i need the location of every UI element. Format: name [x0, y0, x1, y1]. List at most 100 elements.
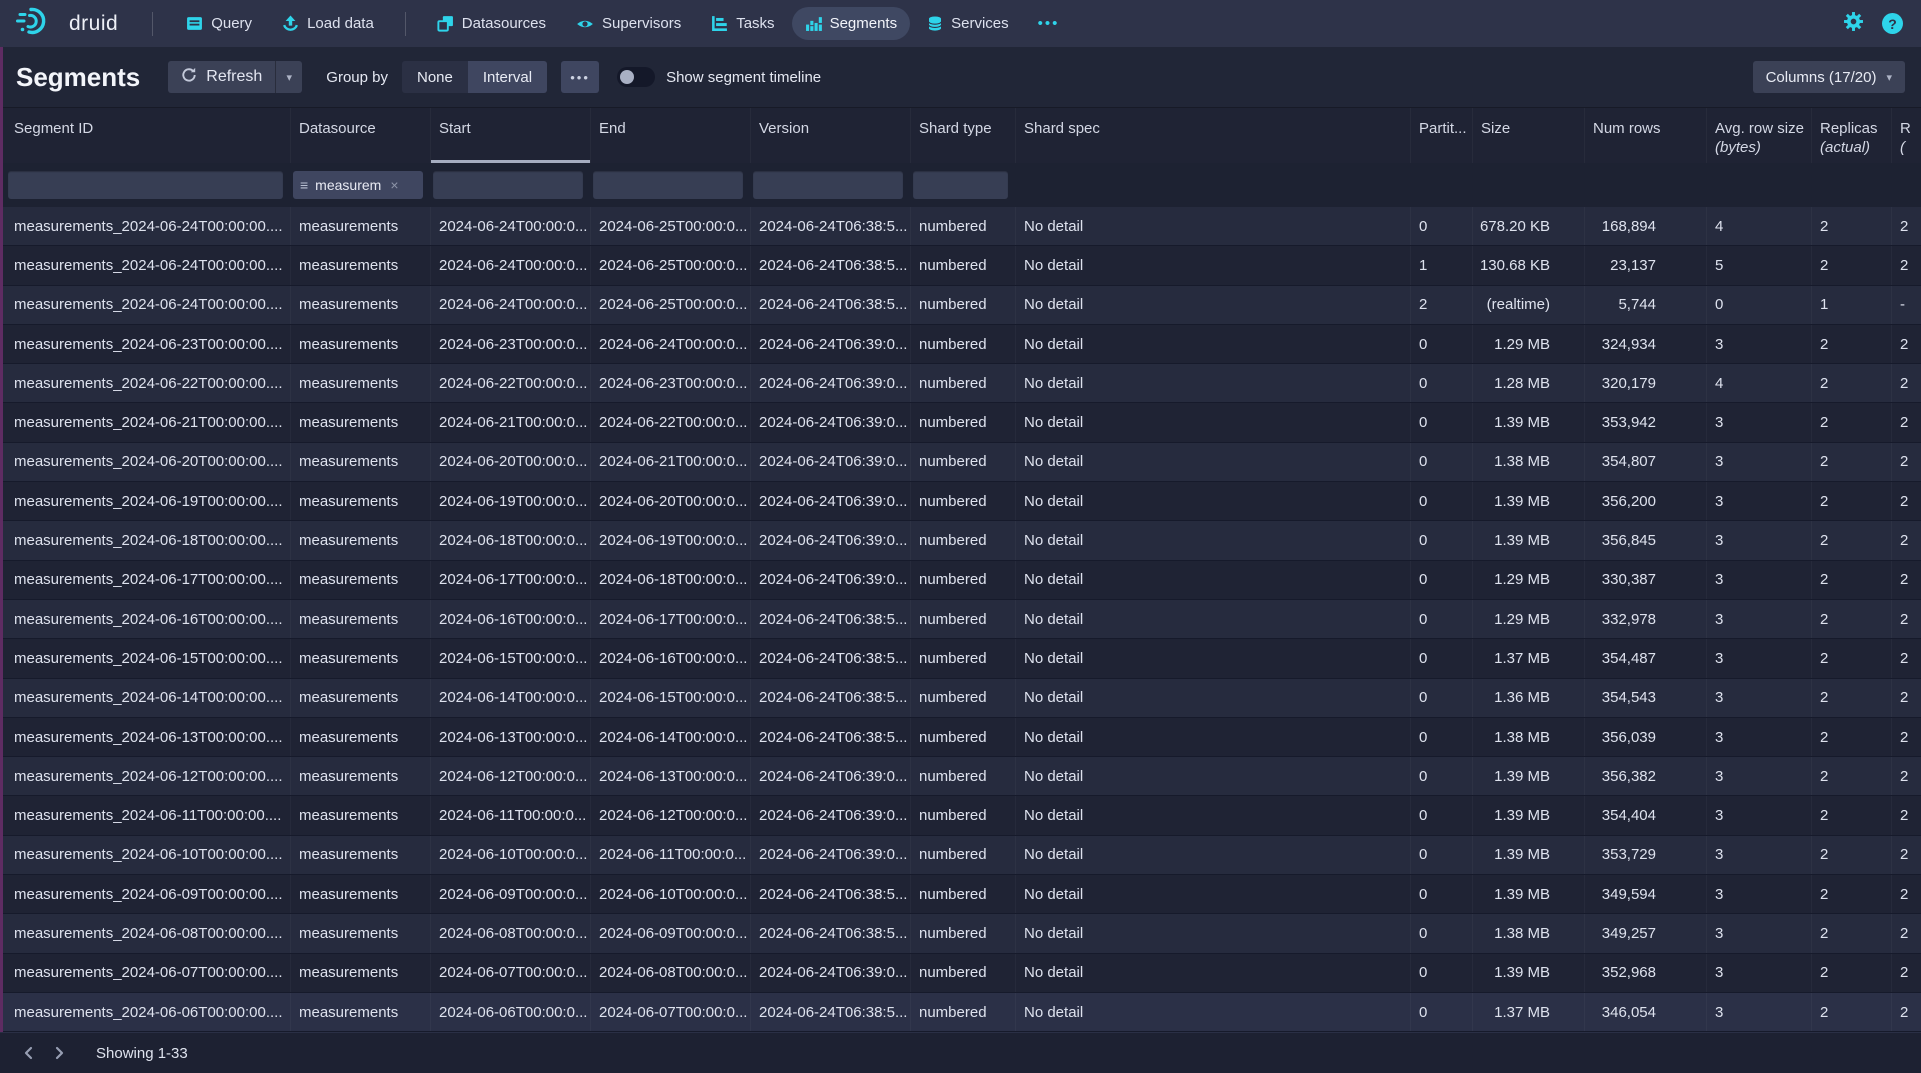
column-header-avg-row-size[interactable]: Avg. row size(bytes) [1707, 108, 1812, 163]
cell-version[interactable]: 2024-06-24T06:38:5... [751, 875, 911, 913]
cell-num-rows[interactable]: 23,137 [1585, 246, 1707, 284]
cell-partit[interactable]: 0 [1411, 836, 1473, 874]
nav-item-supervisors[interactable]: Supervisors [563, 7, 694, 41]
cell-end[interactable]: 2024-06-25T00:00:0... [591, 246, 751, 284]
cell-avg-row-size[interactable]: 3 [1707, 914, 1812, 952]
cell-partit[interactable]: 0 [1411, 403, 1473, 441]
cell-end[interactable]: 2024-06-10T00:00:0... [591, 875, 751, 913]
cell-shard-spec[interactable]: No detail [1016, 796, 1411, 834]
cell-datasource[interactable]: measurements [291, 757, 431, 795]
cell-num-rows[interactable]: 332,978 [1585, 600, 1707, 638]
cell-datasource[interactable]: measurements [291, 796, 431, 834]
cell-end[interactable]: 2024-06-18T00:00:0... [591, 561, 751, 599]
cell-start[interactable]: 2024-06-09T00:00:0... [431, 875, 591, 913]
cell-size[interactable]: 1.38 MB [1473, 718, 1585, 756]
cell-shard-spec[interactable]: No detail [1016, 246, 1411, 284]
table-row[interactable]: measurements_2024-06-24T00:00:00....meas… [0, 246, 1921, 285]
cell-end[interactable]: 2024-06-14T00:00:0... [591, 718, 751, 756]
cell-datasource[interactable]: measurements [291, 836, 431, 874]
cell-segment-id[interactable]: measurements_2024-06-19T00:00:00.... [6, 482, 291, 520]
cell-r[interactable]: 2 [1892, 325, 1921, 363]
cell-avg-row-size[interactable]: 3 [1707, 757, 1812, 795]
cell-r[interactable]: 2 [1892, 482, 1921, 520]
group-by-interval-button[interactable]: Interval [468, 61, 547, 93]
cell-version[interactable]: 2024-06-24T06:39:0... [751, 521, 911, 559]
cell-shard-spec[interactable]: No detail [1016, 207, 1411, 245]
cell-segment-id[interactable]: measurements_2024-06-24T00:00:00.... [6, 246, 291, 284]
cell-r[interactable]: 2 [1892, 364, 1921, 402]
cell-r[interactable]: 2 [1892, 521, 1921, 559]
cell-version[interactable]: 2024-06-24T06:39:0... [751, 325, 911, 363]
cell-version[interactable]: 2024-06-24T06:39:0... [751, 482, 911, 520]
cell-end[interactable]: 2024-06-08T00:00:0... [591, 954, 751, 992]
cell-segment-id[interactable]: measurements_2024-06-14T00:00:00.... [6, 679, 291, 717]
cell-end[interactable]: 2024-06-12T00:00:0... [591, 796, 751, 834]
cell-shard-type[interactable]: numbered [911, 836, 1016, 874]
cell-r[interactable]: 2 [1892, 796, 1921, 834]
cell-partit[interactable]: 2 [1411, 286, 1473, 324]
cell-shard-spec[interactable]: No detail [1016, 993, 1411, 1031]
cell-datasource[interactable]: measurements [291, 325, 431, 363]
cell-version[interactable]: 2024-06-24T06:39:0... [751, 443, 911, 481]
cell-shard-type[interactable]: numbered [911, 482, 1016, 520]
cell-num-rows[interactable]: 356,200 [1585, 482, 1707, 520]
cell-avg-row-size[interactable]: 3 [1707, 639, 1812, 677]
nav-item-query[interactable]: Query [173, 7, 265, 40]
cell-end[interactable]: 2024-06-25T00:00:0... [591, 207, 751, 245]
cell-replicas[interactable]: 2 [1812, 796, 1892, 834]
nav-item-services[interactable]: Services [914, 7, 1022, 40]
cell-start[interactable]: 2024-06-24T00:00:0... [431, 246, 591, 284]
cell-size[interactable]: 678.20 KB [1473, 207, 1585, 245]
cell-size[interactable]: 1.28 MB [1473, 364, 1585, 402]
cell-segment-id[interactable]: measurements_2024-06-10T00:00:00.... [6, 836, 291, 874]
cell-shard-type[interactable]: numbered [911, 954, 1016, 992]
filter-input-shard-type[interactable] [913, 171, 1008, 199]
cell-avg-row-size[interactable]: 3 [1707, 993, 1812, 1031]
cell-avg-row-size[interactable]: 3 [1707, 796, 1812, 834]
cell-replicas[interactable]: 2 [1812, 207, 1892, 245]
cell-segment-id[interactable]: measurements_2024-06-24T00:00:00.... [6, 286, 291, 324]
cell-partit[interactable]: 0 [1411, 993, 1473, 1031]
table-row[interactable]: measurements_2024-06-12T00:00:00....meas… [0, 757, 1921, 796]
cell-version[interactable]: 2024-06-24T06:38:5... [751, 286, 911, 324]
cell-end[interactable]: 2024-06-20T00:00:0... [591, 482, 751, 520]
cell-size[interactable]: 1.39 MB [1473, 875, 1585, 913]
cell-version[interactable]: 2024-06-24T06:39:0... [751, 954, 911, 992]
nav-item-segments[interactable]: Segments [792, 7, 911, 40]
table-row[interactable]: measurements_2024-06-24T00:00:00....meas… [0, 286, 1921, 325]
column-header-size[interactable]: Size [1473, 108, 1585, 163]
cell-version[interactable]: 2024-06-24T06:38:5... [751, 679, 911, 717]
cell-start[interactable]: 2024-06-11T00:00:0... [431, 796, 591, 834]
cell-replicas[interactable]: 2 [1812, 836, 1892, 874]
cell-shard-spec[interactable]: No detail [1016, 875, 1411, 913]
segment-timeline-toggle[interactable] [617, 67, 655, 87]
cell-datasource[interactable]: measurements [291, 600, 431, 638]
cell-start[interactable]: 2024-06-16T00:00:0... [431, 600, 591, 638]
cell-num-rows[interactable]: 354,487 [1585, 639, 1707, 677]
cell-num-rows[interactable]: 349,594 [1585, 875, 1707, 913]
cell-shard-spec[interactable]: No detail [1016, 639, 1411, 677]
cell-shard-spec[interactable]: No detail [1016, 679, 1411, 717]
cell-num-rows[interactable]: 353,729 [1585, 836, 1707, 874]
cell-segment-id[interactable]: measurements_2024-06-21T00:00:00.... [6, 403, 291, 441]
cell-end[interactable]: 2024-06-07T00:00:0... [591, 993, 751, 1031]
cell-datasource[interactable]: measurements [291, 954, 431, 992]
cell-segment-id[interactable]: measurements_2024-06-13T00:00:00.... [6, 718, 291, 756]
cell-size[interactable]: 1.37 MB [1473, 639, 1585, 677]
cell-r[interactable]: 2 [1892, 403, 1921, 441]
cell-size[interactable]: 130.68 KB [1473, 246, 1585, 284]
cell-size[interactable]: 1.29 MB [1473, 561, 1585, 599]
table-row[interactable]: measurements_2024-06-24T00:00:00....meas… [0, 207, 1921, 246]
cell-num-rows[interactable]: 354,543 [1585, 679, 1707, 717]
cell-shard-spec[interactable]: No detail [1016, 836, 1411, 874]
cell-shard-type[interactable]: numbered [911, 993, 1016, 1031]
table-row[interactable]: measurements_2024-06-10T00:00:00....meas… [0, 836, 1921, 875]
cell-shard-type[interactable]: numbered [911, 561, 1016, 599]
cell-r[interactable]: 2 [1892, 561, 1921, 599]
column-header-datasource[interactable]: Datasource [291, 108, 431, 163]
cell-shard-spec[interactable]: No detail [1016, 718, 1411, 756]
nav-more-menu[interactable]: ••• [1028, 7, 1070, 40]
cell-end[interactable]: 2024-06-22T00:00:0... [591, 403, 751, 441]
cell-shard-type[interactable]: numbered [911, 207, 1016, 245]
cell-num-rows[interactable]: 5,744 [1585, 286, 1707, 324]
